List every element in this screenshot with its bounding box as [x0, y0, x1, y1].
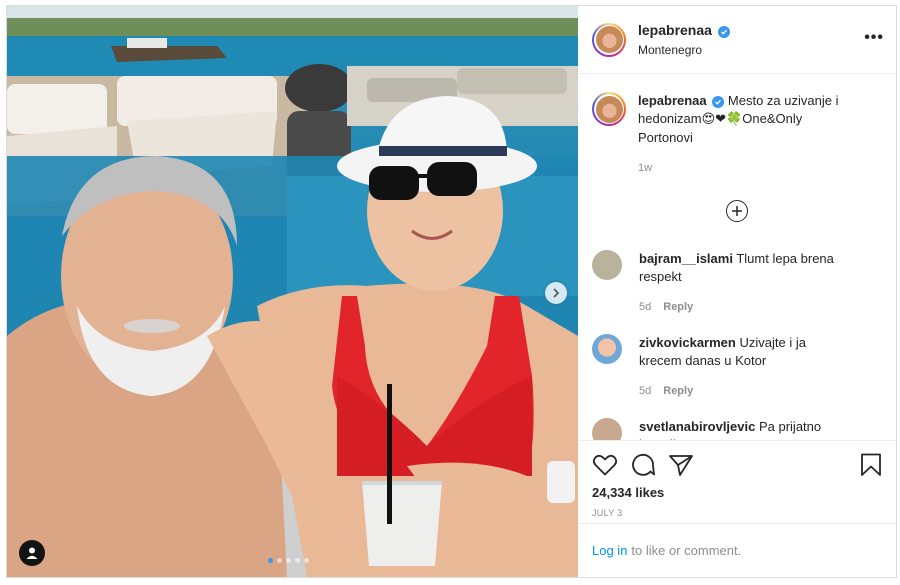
chevron-right-icon — [553, 288, 560, 298]
heart-icon[interactable] — [592, 453, 618, 477]
post-actions: 24,334 likes JULY 3 — [578, 440, 896, 523]
share-icon[interactable] — [668, 453, 694, 477]
post-photo[interactable] — [7, 6, 578, 577]
more-options-icon[interactable]: ••• — [864, 30, 884, 46]
likes-count[interactable]: 24,334 likes — [592, 485, 664, 500]
commenter-avatar[interactable] — [592, 418, 622, 440]
comment-item: svetlanabirovljevic Pa prijatno komsije — [592, 418, 849, 440]
comment-time: 5d — [639, 385, 652, 397]
post-caption: lepabrenaa Mesto za uzivanje i hedonizam… — [592, 92, 882, 177]
verified-badge-icon — [718, 26, 731, 38]
reply-button[interactable]: Reply — [663, 382, 693, 400]
caption-emojis: 😍❤🍀 — [701, 112, 743, 127]
user-tag-button[interactable] — [19, 540, 45, 566]
comment-item: zivkovickarmen Uzivajte i ja krecem dana… — [592, 334, 849, 400]
photo-scene — [7, 6, 578, 577]
comment-time: 5d — [639, 301, 652, 313]
post-location[interactable]: Montenegro — [638, 43, 730, 57]
load-more-comments-icon[interactable] — [726, 200, 748, 222]
post-header: lepabrenaa Montenegro ••• — [578, 6, 896, 74]
verified-badge-icon — [712, 96, 725, 108]
profile-avatar[interactable] — [592, 22, 626, 57]
user-tag-icon — [26, 547, 38, 559]
comment-username[interactable]: zivkovickarmen — [639, 335, 736, 350]
login-prompt-text: to like or comment. — [631, 543, 742, 558]
instagram-post: lepabrenaa Montenegro ••• lepabrenaa Mes… — [6, 5, 897, 578]
reply-button[interactable]: Reply — [663, 298, 693, 316]
login-link[interactable]: Log in — [592, 543, 627, 558]
carousel-dot — [268, 558, 273, 563]
commenter-avatar[interactable] — [592, 334, 622, 364]
comment-username[interactable]: bajram__islami — [639, 251, 733, 266]
post-date: JULY 3 — [592, 508, 623, 518]
post-sidebar: lepabrenaa Montenegro ••• lepabrenaa Mes… — [578, 6, 896, 577]
carousel-indicator — [268, 558, 309, 563]
caption-avatar[interactable] — [592, 92, 626, 126]
carousel-dot — [304, 558, 309, 563]
comments-section: lepabrenaa Mesto za uzivanje i hedonizam… — [578, 74, 896, 440]
profile-username[interactable]: lepabrenaa — [638, 22, 712, 38]
carousel-dot — [295, 558, 300, 563]
carousel-next-button[interactable] — [545, 282, 567, 304]
carousel-dot — [277, 558, 282, 563]
caption-username[interactable]: lepabrenaa — [638, 93, 707, 108]
comment-icon[interactable] — [630, 453, 656, 477]
caption-time: 1w — [638, 162, 653, 174]
bookmark-icon[interactable] — [860, 453, 882, 477]
commenter-avatar[interactable] — [592, 250, 622, 280]
login-prompt: Log in to like or comment. — [578, 523, 896, 577]
comment-username[interactable]: svetlanabirovljevic — [639, 419, 755, 434]
carousel-dot — [286, 558, 291, 563]
comment-item: bajram__islami Tlumt lepa brena respekt … — [592, 250, 849, 316]
